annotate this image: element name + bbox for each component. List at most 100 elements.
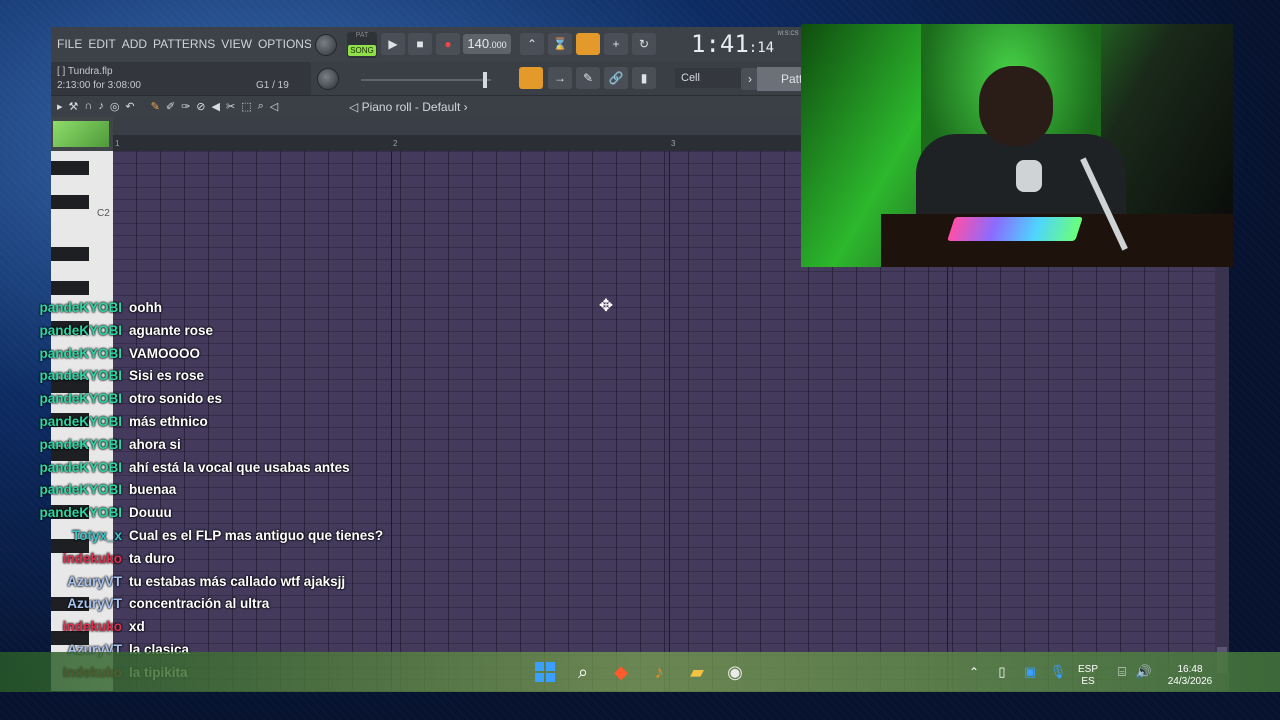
usb-icon[interactable]: ▯ xyxy=(990,660,1014,684)
volume-icon[interactable]: 🔊 xyxy=(1132,660,1156,684)
chat-message: pandeKYOBI otro sonido es xyxy=(0,388,480,410)
webcam-microphone xyxy=(1016,160,1042,192)
webcam-person-head xyxy=(979,66,1053,146)
snap-select[interactable]: Cell xyxy=(675,68,741,88)
chat-username: pandeKYOBI xyxy=(39,368,122,384)
pat-mode-label: PAT xyxy=(355,32,369,39)
fl-studio-icon[interactable]: ♪ xyxy=(647,660,671,684)
black-key[interactable] xyxy=(51,247,89,261)
chat-username: pandeKYOBI xyxy=(39,459,122,475)
master-pitch-slider[interactable] xyxy=(361,79,491,81)
chat-message: pandeKYOBI ahí está la vocal que usabas a… xyxy=(0,457,480,479)
language-code: ESP xyxy=(1078,664,1099,675)
bar-line xyxy=(669,151,670,691)
chat-text: más ethnico xyxy=(129,414,208,429)
clock-date: 24/3/2026 xyxy=(1167,676,1213,687)
webcam-overlay xyxy=(801,24,1233,267)
tempo-display[interactable]: 140.000 xyxy=(463,34,511,54)
pat-song-toggle[interactable]: PAT SONG xyxy=(347,32,377,58)
mute-icon[interactable]: ◀ xyxy=(212,100,220,113)
menu-item-add[interactable]: ADD xyxy=(122,37,147,51)
magnet-icon[interactable]: ∩ xyxy=(84,100,92,113)
record-mode-icon[interactable]: ◎ xyxy=(110,100,120,113)
menu-item-options[interactable]: OPTIONS xyxy=(258,37,312,51)
delete-icon[interactable]: ⊘ xyxy=(196,100,205,113)
transport-toolbar: PAT SONG ▶ ■ ● 140.000 ⌃ ⌛ + ↻ 1:41:14 M… xyxy=(311,27,801,62)
select-icon[interactable]: ⬚ xyxy=(241,100,251,113)
pencil-icon[interactable]: ✎ xyxy=(151,100,160,113)
piano-roll-title[interactable]: ◁ Piano roll - Default › xyxy=(349,100,468,114)
secondary-toolbar: → ✎ 🔗 ▮ Cell › Patt xyxy=(311,62,831,95)
plugin-icon[interactable]: ▮ xyxy=(632,67,656,89)
chat-username: pandeKYOBI xyxy=(39,505,122,521)
menu-item-patterns[interactable]: PATTERNS xyxy=(153,37,215,51)
black-key[interactable] xyxy=(51,195,89,209)
file-explorer-icon[interactable]: ▰ xyxy=(685,660,709,684)
step-edit-icon[interactable]: + xyxy=(604,33,628,55)
menu-item-file[interactable]: FILE xyxy=(57,37,82,51)
search-icon[interactable]: ⌕ xyxy=(571,660,595,684)
ruler-bar-2: 2 xyxy=(393,139,398,148)
chat-username: indekuko xyxy=(62,619,122,635)
project-info-bar: [ ] Tundra.flp 2:13:00 for 3:08:00 G1 / … xyxy=(51,62,311,95)
black-key[interactable] xyxy=(51,281,89,295)
chat-text: tu estabas más callado wtf ajaksjj xyxy=(129,573,346,589)
link-icon[interactable]: 🔗 xyxy=(604,67,628,89)
menu-item-edit[interactable]: EDIT xyxy=(88,37,115,51)
slice-icon[interactable]: ✂ xyxy=(226,100,235,113)
microphone-icon[interactable]: 🎙 xyxy=(1046,660,1070,684)
zoom-icon[interactable]: ⌕ xyxy=(258,100,264,113)
chat-message: pandeKYOBI Sisi es rose xyxy=(0,365,480,387)
undo-icon[interactable]: ↶ xyxy=(125,100,134,113)
chat-username: pandeKYOBI xyxy=(39,414,122,429)
speaker-icon[interactable]: ◁ xyxy=(270,100,278,113)
master-volume-knob[interactable] xyxy=(315,34,337,56)
black-key[interactable] xyxy=(51,161,89,175)
piano-roll-corner xyxy=(51,117,113,151)
tempo-value: 140 xyxy=(467,36,490,51)
loop-record-icon[interactable]: ↻ xyxy=(632,33,656,55)
windows-taskbar: ⌕ ◆ ♪ ▰ ◉ ⌃ ▯ ▣ 🎙 ESP ES ⌸ 🔊 16:48 24/3/… xyxy=(0,652,1280,692)
stop-icon[interactable]: ■ xyxy=(408,33,432,55)
chevron-up-icon[interactable]: ⌃ xyxy=(962,660,986,684)
piano-roll-icon[interactable] xyxy=(519,67,543,89)
chat-username: pandeKYOBI xyxy=(39,482,122,498)
chat-text: concentración al ultra xyxy=(129,596,270,612)
obs-icon[interactable]: ◉ xyxy=(723,660,747,684)
note-icon[interactable]: ♪ xyxy=(98,100,104,113)
chat-text: ahora si xyxy=(129,436,181,452)
network-icon[interactable]: ⌸ xyxy=(1110,660,1134,684)
chat-message: pandeKYOBI Douuu xyxy=(0,502,480,524)
arrow-right-icon[interactable]: → xyxy=(548,67,572,89)
chat-text: Sisi es rose xyxy=(129,368,205,384)
system-clock[interactable]: 16:48 24/3/2026 xyxy=(1162,664,1218,688)
play-icon[interactable]: ▶ xyxy=(381,33,405,55)
project-file-name: [ ] Tundra.flp xyxy=(57,66,113,77)
chat-message: pandeKYOBI oohh xyxy=(0,297,480,319)
paint-icon[interactable]: ✐ xyxy=(166,100,175,113)
chat-message: pandeKYOBI VAMOOOO xyxy=(0,343,480,365)
chat-message: indekuko ta duro xyxy=(0,548,480,570)
brush-tool-icon[interactable]: ✑ xyxy=(181,100,190,113)
chat-message: pandeKYOBI aguante rose xyxy=(0,320,480,342)
metronome-icon[interactable]: ⌃ xyxy=(520,33,544,55)
slider-handle[interactable] xyxy=(483,72,487,88)
chat-username: pandeKYOBI xyxy=(39,391,122,407)
wrench-icon[interactable]: ⚒ xyxy=(69,100,79,113)
record-icon[interactable]: ● xyxy=(436,33,460,55)
chat-message: pandeKYOBI buenaa xyxy=(0,479,480,501)
brave-browser-icon[interactable]: ◆ xyxy=(609,660,633,684)
wait-record-icon[interactable]: ⌛ xyxy=(548,33,572,55)
menu-item-view[interactable]: VIEW xyxy=(221,37,252,51)
chat-message: Totyx_x Cual es el FLP mas antiguo que ti… xyxy=(0,525,480,547)
brush-icon[interactable]: ✎ xyxy=(576,67,600,89)
language-indicator[interactable]: ESP ES xyxy=(1078,664,1098,688)
chat-text: xd xyxy=(129,619,145,635)
app-tray-icon[interactable]: ▣ xyxy=(1018,660,1042,684)
arrow-icon[interactable]: ▸ xyxy=(57,100,63,113)
windows-start-icon[interactable] xyxy=(535,662,555,682)
chat-username: pandeKYOBI xyxy=(39,300,122,315)
pitch-knob[interactable] xyxy=(317,68,339,90)
ruler-bar-1: 1 xyxy=(115,139,120,148)
countdown-icon[interactable] xyxy=(576,33,600,55)
